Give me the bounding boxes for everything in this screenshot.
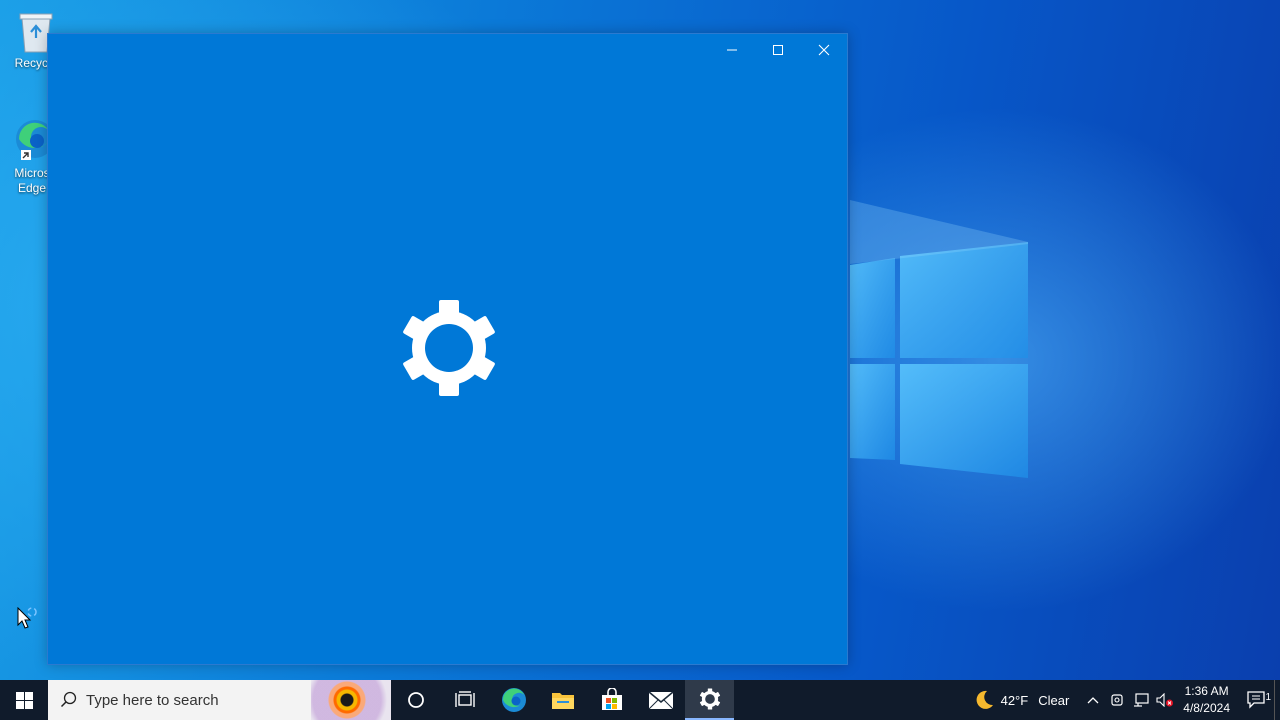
task-view-button[interactable] xyxy=(440,680,489,720)
taskbar: Type here to search 42°F Clear 1:36 AM 4… xyxy=(0,680,1280,720)
network-icon xyxy=(1134,693,1149,707)
minimize-button[interactable] xyxy=(709,34,755,66)
taskbar-app-edge[interactable] xyxy=(489,680,538,720)
gear-icon xyxy=(699,688,720,710)
taskbar-app-file-explorer[interactable] xyxy=(538,680,587,720)
notification-count-badge: 1 xyxy=(1265,692,1271,703)
tray-volume[interactable] xyxy=(1153,693,1177,707)
weather-temperature: 42°F xyxy=(1000,692,1029,708)
close-icon xyxy=(818,44,830,56)
weather-widget[interactable]: 42°F Clear xyxy=(973,689,1070,711)
action-center-button[interactable]: 1 xyxy=(1240,691,1274,709)
weather-condition: Clear xyxy=(1038,692,1070,708)
camera-icon xyxy=(1111,694,1123,706)
folder-icon xyxy=(551,693,574,709)
maximize-button[interactable] xyxy=(755,34,801,66)
close-button[interactable] xyxy=(801,34,847,66)
maximize-icon xyxy=(773,45,783,55)
cortana-circle-icon xyxy=(407,692,424,708)
cortana-button[interactable] xyxy=(391,680,440,720)
edge-icon xyxy=(501,688,526,712)
settings-window[interactable] xyxy=(47,33,848,665)
minimize-icon xyxy=(727,49,737,51)
desktop: Recycle Micros Edge xyxy=(0,0,1280,680)
search-icon xyxy=(60,691,77,708)
windows-start-icon xyxy=(15,691,33,709)
notification-icon xyxy=(1247,691,1265,709)
taskbar-app-microsoft-store[interactable] xyxy=(587,680,636,720)
window-titlebar xyxy=(709,34,847,66)
start-button[interactable] xyxy=(0,680,48,720)
taskbar-clock[interactable]: 1:36 AM 4/8/2024 xyxy=(1183,683,1230,717)
task-view-icon xyxy=(454,691,475,707)
clock-date: 4/8/2024 xyxy=(1183,701,1230,715)
taskbar-app-settings[interactable] xyxy=(685,680,734,720)
tray-meet-now[interactable] xyxy=(1105,693,1129,707)
gear-icon xyxy=(403,300,495,396)
search-placeholder: Type here to search xyxy=(86,691,219,709)
show-hidden-icons-button[interactable] xyxy=(1081,696,1105,704)
tray-network[interactable] xyxy=(1129,693,1153,707)
search-highlight-image xyxy=(311,680,391,720)
clock-time: 1:36 AM xyxy=(1184,684,1229,698)
store-icon xyxy=(601,688,622,710)
taskbar-app-mail[interactable] xyxy=(636,680,685,720)
mail-icon xyxy=(647,691,674,710)
volume-muted-icon xyxy=(1156,693,1174,707)
mouse-cursor-icon xyxy=(17,607,37,629)
show-desktop-button[interactable] xyxy=(1274,680,1280,720)
chevron-up-icon xyxy=(1087,697,1099,704)
taskbar-search-box[interactable]: Type here to search xyxy=(48,680,391,720)
moon-icon xyxy=(976,690,993,709)
system-tray: 42°F Clear 1:36 AM 4/8/2024 1 xyxy=(973,680,1280,720)
